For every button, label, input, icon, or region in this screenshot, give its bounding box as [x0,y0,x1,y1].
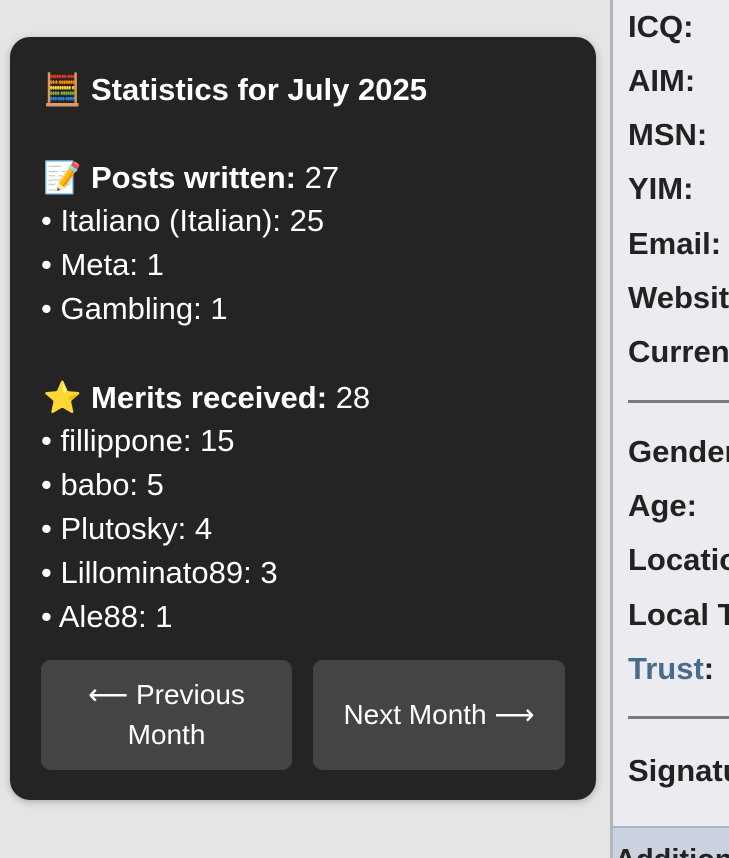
signature-label: Signature: [628,753,729,788]
current-label: Current [628,334,729,369]
separator [628,716,729,719]
trust-colon: : [703,651,715,686]
stats-title: 🧮 Statistics for July 2025 [43,71,427,108]
posts-item: • Gambling: 1 [41,291,228,326]
stats-card: 🧮 Statistics for July 2025 📝 Posts written… [10,37,596,800]
yim-label: YIM: [628,171,694,206]
merit-item: • Lillominato89: 3 [41,555,278,590]
additional-info-header: Additional [613,826,729,858]
additional-info-title: Additional [615,844,729,858]
icq-label: ICQ: [628,9,694,44]
posts-item: • Meta: 1 [41,247,164,282]
posts-heading: 📝 Posts written: 27 [43,159,339,196]
email-label: Email: [628,226,722,261]
next-month-button[interactable]: Next Month ⟶ [313,660,565,770]
merit-item: • Plutosky: 4 [41,511,213,546]
location-label: Location: [628,542,729,577]
previous-month-button[interactable]: ⟵ Previous Month [41,660,292,770]
merit-item: • fillippone: 15 [41,423,235,458]
posts-label: Posts written: [91,160,296,195]
local-time-label: Local Time: [628,597,729,632]
posts-item: • Italiano (Italian): 25 [41,203,325,238]
age-label: Age: [628,488,697,523]
profile-panel: ICQ: AIM: MSN: YIM: Email: Website: Curr… [613,0,729,858]
abacus-icon: 🧮 [43,72,82,107]
aim-label: AIM: [628,63,696,98]
trust-link[interactable]: Trust [628,651,704,686]
separator [628,400,729,403]
msn-label: MSN: [628,117,708,152]
merits-label: Merits received: [91,380,328,415]
memo-icon: 📝 [43,160,82,195]
merit-item: • babo: 5 [41,467,164,502]
star-icon: ⭐ [43,380,82,415]
merit-item: • Ale88: 1 [41,599,173,634]
merits-heading: ⭐ Merits received: 28 [43,379,370,416]
merits-count: 28 [335,380,371,415]
website-label: Website: [628,280,729,315]
gender-label: Gender: [628,434,729,469]
posts-count: 27 [304,160,340,195]
stats-title-text: Statistics for July 2025 [91,72,427,107]
trust-row: Trust: [628,651,714,687]
